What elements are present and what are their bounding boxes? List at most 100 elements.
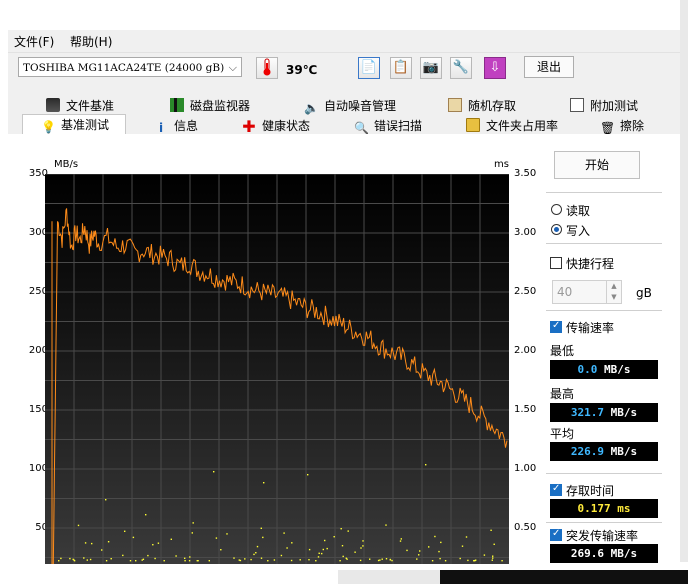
access-time-point (260, 557, 263, 559)
y2-tick-label: 3.50 (514, 168, 537, 179)
tab-file-benchmark[interactable]: 文件基准 (46, 96, 114, 116)
access-time-point (377, 559, 380, 562)
access-time-point (290, 559, 293, 562)
tab-erase[interactable]: 🗑 擦除 (600, 116, 644, 136)
tab-random-access[interactable]: 随机存取 (448, 96, 516, 116)
access-time-point (253, 553, 255, 556)
access-time-point (347, 530, 349, 532)
exit-button[interactable]: 退出 (524, 56, 574, 78)
access-time-point (333, 536, 335, 538)
background-chart-fragment (440, 570, 688, 584)
tab-disk-monitor[interactable]: 磁盘监视器 (170, 96, 250, 116)
min-readout: 0.0 MB/s (550, 360, 658, 379)
drive-select[interactable]: TOSHIBA MG11ACA24TE (24000 gB) ⌵ (18, 57, 242, 77)
short-stroke-unit: gB (636, 286, 652, 300)
erase-icon: 🗑 (600, 121, 616, 135)
menu-help[interactable]: 帮助(H) (70, 33, 112, 50)
write-radio[interactable] (551, 224, 562, 235)
tab-noise-management[interactable]: 🔈 自动噪音管理 (304, 96, 396, 116)
access-time-point (341, 545, 344, 547)
access-time-point (189, 556, 191, 558)
copy-text-button[interactable]: 📄 (358, 57, 380, 79)
copy-text-icon: 📄 (360, 60, 378, 75)
access-time-point (308, 559, 310, 561)
access-time-point (124, 530, 126, 532)
short-stroke-value: 40 (557, 285, 573, 299)
min-value: 0.0 MB/s (577, 363, 631, 376)
access-time-point (459, 557, 461, 560)
access-time-point (69, 557, 71, 560)
access-time-point (238, 559, 240, 561)
benchmark-icon: 💡 (41, 120, 56, 134)
random-access-icon (448, 98, 462, 112)
access-time-point (291, 542, 293, 544)
access-time-point (255, 552, 257, 554)
background-window-edge (680, 0, 688, 584)
access-time-point (286, 547, 288, 549)
write-label: 写入 (566, 224, 591, 238)
burst-rate-checkbox[interactable] (550, 528, 562, 541)
access-time-point (360, 547, 362, 549)
transfer-rate-checkbox[interactable] (550, 320, 562, 333)
separator (546, 473, 662, 474)
y2-tick-label: 1.50 (514, 404, 537, 415)
access-time-point (152, 544, 154, 546)
access-time-point (444, 560, 447, 562)
access-time-point (89, 558, 92, 561)
separator (546, 522, 662, 523)
start-button[interactable]: 开始 (554, 151, 640, 179)
access-time-point (196, 560, 198, 562)
access-time-point (307, 474, 309, 476)
tab-error-scan[interactable]: 🔍 错误扫描 (354, 116, 422, 136)
save-button[interactable]: ⇩ (484, 57, 506, 79)
y2-tick-label: 3.00 (514, 227, 537, 238)
folder-usage-icon (466, 118, 480, 132)
temperature-button[interactable] (256, 57, 278, 79)
y2-tick-label: 2.50 (514, 286, 537, 297)
access-time-point (418, 554, 420, 556)
tab-folder-usage[interactable]: 文件夹占用率 (466, 116, 558, 136)
read-radio[interactable] (551, 204, 562, 215)
separator (546, 243, 662, 244)
access-time-point (492, 555, 494, 557)
access-time-point (280, 554, 283, 557)
access-time-point (381, 558, 383, 560)
short-stroke-spinner[interactable]: 40 ▲ ▼ (552, 280, 622, 304)
access-time-checkbox[interactable] (550, 483, 562, 496)
short-stroke-checkbox[interactable] (550, 257, 562, 269)
y-axis-label: MB/s (54, 159, 79, 170)
camera-button[interactable]: 📷 (420, 57, 442, 79)
access-time-point (60, 557, 62, 560)
tab-extra-tests[interactable]: 附加测试 (570, 96, 638, 116)
access-time-point (439, 557, 441, 560)
access-time-point (399, 540, 402, 542)
separator (546, 310, 662, 311)
access-time-point (428, 546, 430, 548)
access-time-point (438, 550, 440, 553)
health-icon: ✚ (242, 117, 256, 136)
burst-rate-readout: 269.6 MB/s (550, 544, 658, 563)
access-time-point (318, 552, 320, 554)
access-time-point (244, 558, 246, 560)
avg-label: 平均 (550, 427, 575, 441)
y2-tick-label: 0.50 (514, 522, 537, 533)
chevron-down-icon: ⌵ (228, 61, 237, 74)
access-time-point (132, 536, 135, 539)
tab-benchmark[interactable]: 💡 基准测试 (22, 114, 126, 136)
drive-select-value: TOSHIBA MG11ACA24TE (24000 gB) (23, 62, 225, 74)
tab-info[interactable]: i 信息 (154, 116, 198, 136)
access-time-point (220, 549, 222, 551)
spinner-arrows-icon[interactable]: ▲ ▼ (606, 281, 621, 303)
options-button[interactable]: 🔧 (450, 57, 472, 79)
access-time-point (431, 560, 434, 562)
menu-file[interactable]: 文件(F) (14, 33, 54, 50)
max-label: 最高 (550, 387, 575, 401)
access-time-point (440, 541, 442, 544)
access-time-point (385, 524, 387, 526)
copy-screenshot-button[interactable]: 📋 (390, 57, 412, 79)
access-time-point (91, 542, 93, 545)
tab-health[interactable]: ✚ 健康状态 (242, 116, 310, 136)
max-value: 321.7 MB/s (570, 406, 638, 419)
access-time-point (226, 533, 228, 535)
access-time-point (317, 556, 320, 558)
